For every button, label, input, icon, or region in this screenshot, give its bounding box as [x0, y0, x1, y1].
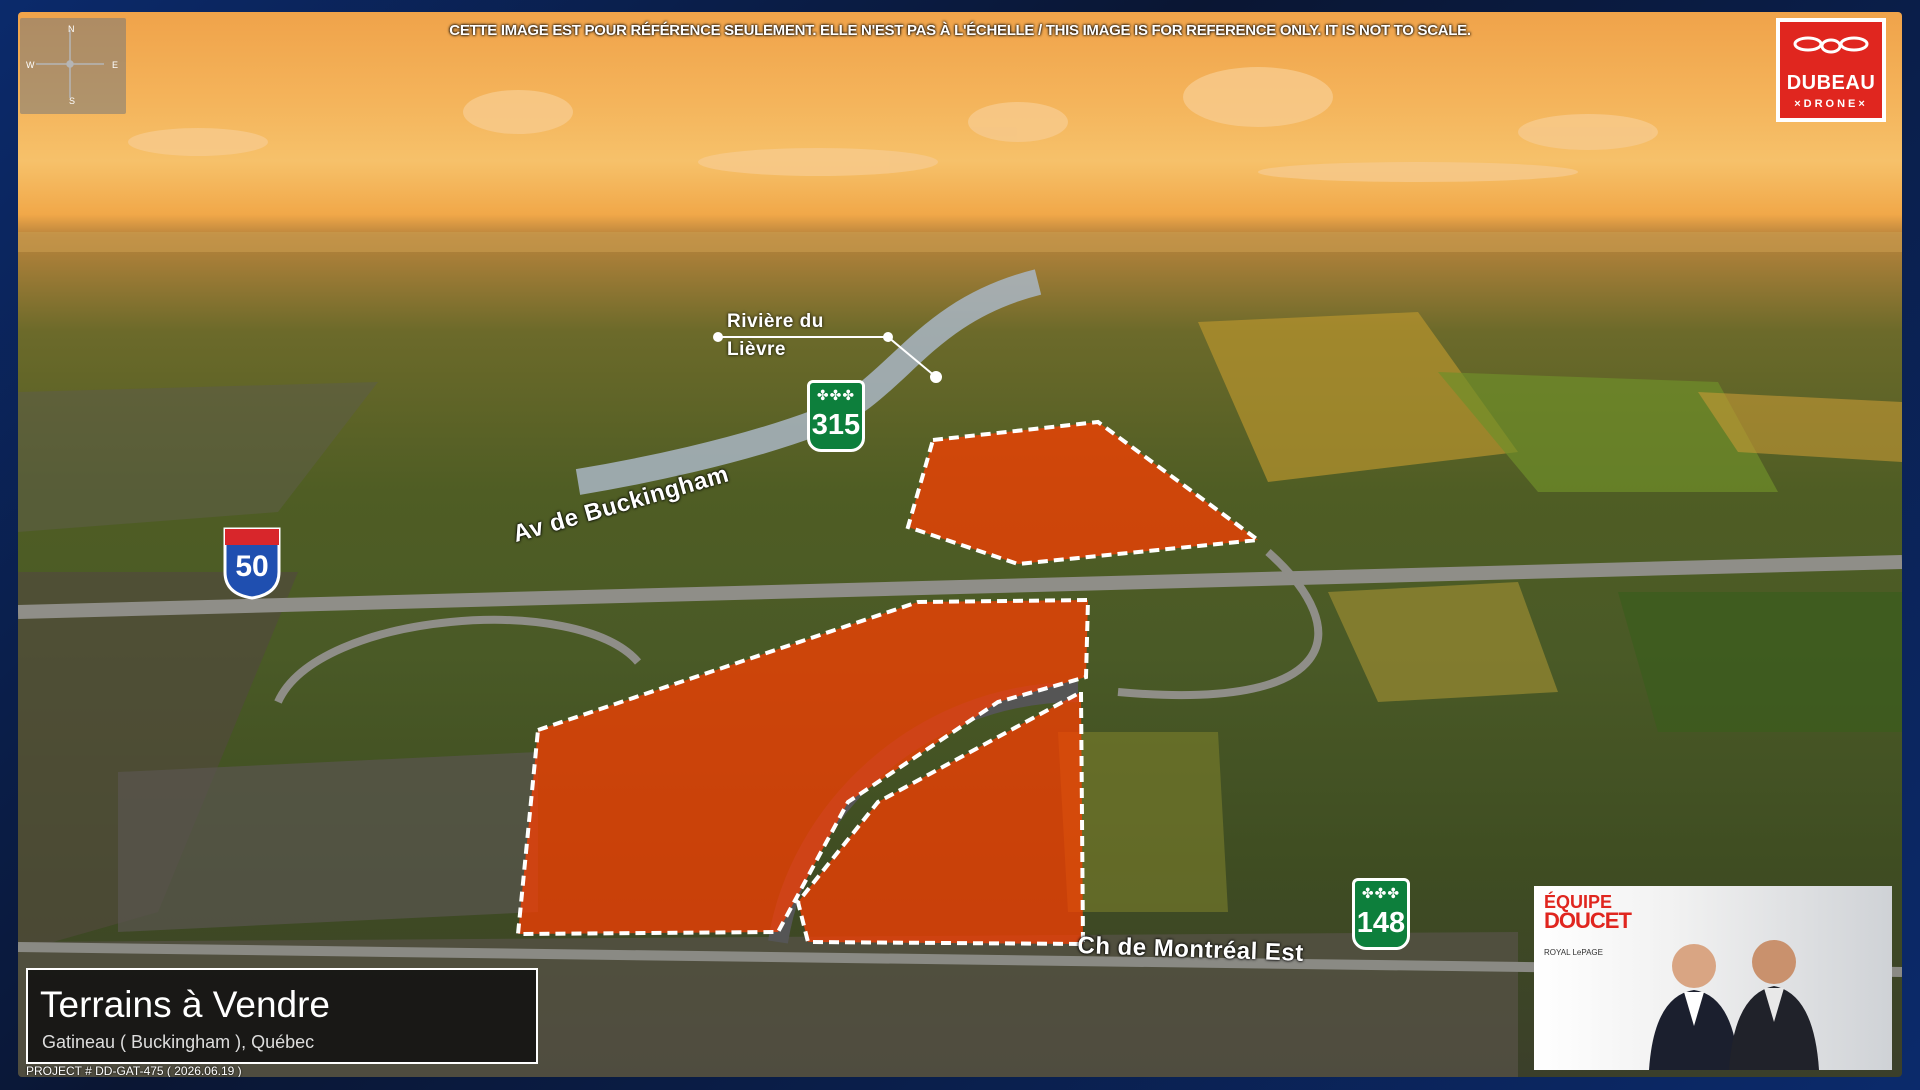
- route-148-shield: ✤✤✤ 148: [1352, 878, 1410, 950]
- project-id: PROJECT # DD-GAT-475 ( 2026.06.19 ): [26, 1064, 242, 1077]
- title-box: Terrains à Vendre Gatineau ( Buckingham …: [26, 968, 538, 1064]
- route-315-number: 315: [811, 409, 861, 441]
- compass-s: S: [69, 96, 76, 106]
- route-315-shield: ✤✤✤ 315: [807, 380, 865, 452]
- route-148-number: 148: [1356, 907, 1406, 939]
- agent-1: [1649, 944, 1739, 1070]
- compass-w: W: [26, 60, 35, 70]
- compass-e: E: [112, 60, 119, 70]
- river-label-line2: Lièvre: [727, 339, 786, 360]
- agent-2: [1729, 940, 1819, 1070]
- autoroute-50-number: 50: [235, 550, 269, 583]
- aerial-photo: CETTE IMAGE EST POUR RÉFÉRENCE SEULEMENT…: [18, 12, 1902, 1077]
- agents-photo: [1649, 940, 1819, 1070]
- agent-card: ÉQUIPE DOUCET ROYAL LePAGE: [1534, 886, 1892, 1070]
- fleur-de-lis-icon: ✤✤✤: [816, 387, 856, 403]
- river-label-line1: Rivière du: [727, 311, 824, 332]
- clouds: [128, 67, 1658, 182]
- drone-icon: [1793, 36, 1869, 54]
- autoroute-50-shield: 50: [222, 526, 282, 600]
- parcel-north: [905, 419, 1264, 567]
- dubeau-drone-logo: DUBEAU ×DRONE×: [1776, 18, 1886, 122]
- page-subtitle: Gatineau ( Buckingham ), Québec: [42, 1032, 315, 1052]
- logo-sub: ×DRONE×: [1794, 98, 1868, 110]
- residential-area: [18, 382, 378, 532]
- river-label: Rivière du Lièvre: [727, 308, 824, 364]
- page-title: Terrains à Vendre: [40, 984, 331, 1025]
- compass-n: N: [68, 24, 75, 34]
- fleur-de-lis-icon: ✤✤✤: [1361, 885, 1401, 901]
- compass: N S W E: [20, 18, 126, 114]
- logo-name: DUBEAU: [1786, 72, 1876, 94]
- disclaimer: CETTE IMAGE EST POUR RÉFÉRENCE SEULEMENT…: [449, 22, 1471, 39]
